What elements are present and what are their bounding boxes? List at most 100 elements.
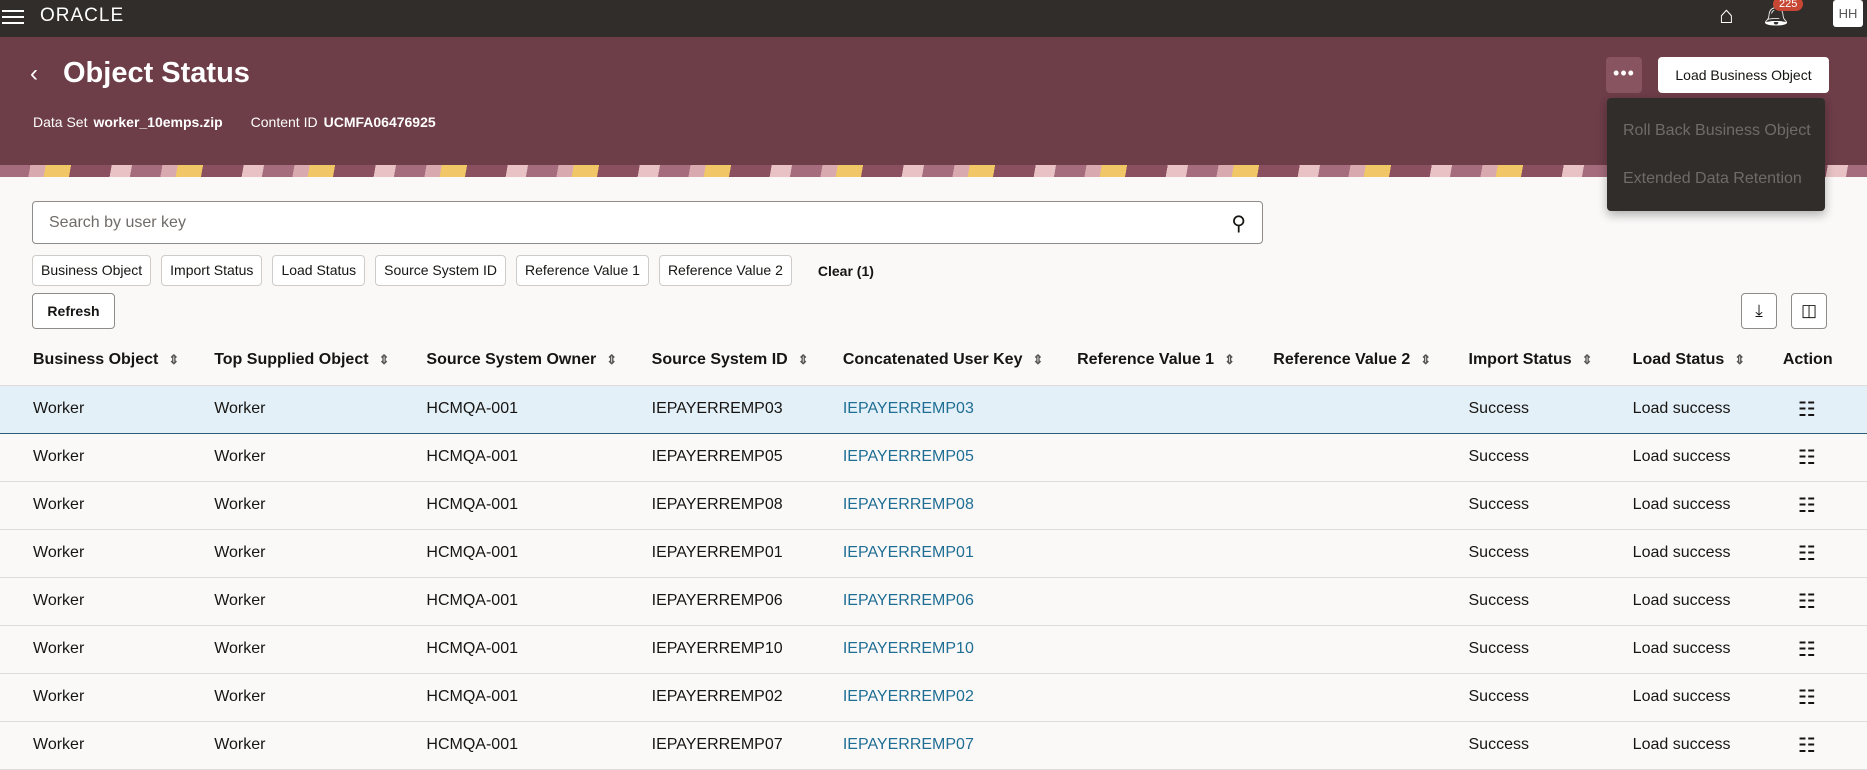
table-cell: Worker [0,433,182,482]
table-row[interactable]: Worker Worker HCMQA-001 IEPAYERREMP07 IEPAYE… [0,721,1867,770]
column-header[interactable]: Reference Value 1 ⇕ [1044,336,1240,385]
table-cell[interactable]: IEPAYERREMP03 [809,384,1045,434]
table-cell: IEPAYERREMP06 [618,577,810,626]
table-row[interactable]: Worker Worker HCMQA-001 IEPAYERREMP02 IEPAYE… [0,673,1867,722]
table-cell: Load success [1599,384,1750,434]
hierarchy-action-icon[interactable]: ☷ [1749,384,1867,434]
sort-icon[interactable]: ⇕ [798,352,809,367]
column-header[interactable]: Top Supplied Object ⇕ [181,336,393,385]
hierarchy-action-icon[interactable]: ☷ [1749,721,1867,770]
refresh-button[interactable]: Refresh [32,293,115,329]
load-business-object-button[interactable]: Load Business Object [1658,57,1829,93]
data-set-value: worker_10emps.zip [93,114,223,130]
object-status-table: Business Object ⇕ Top Supplied Object ⇕ Sour… [0,336,1867,770]
table-cell [1240,673,1436,722]
table-cell: Load success [1599,625,1750,674]
home-icon[interactable]: ⌂ [1719,2,1734,30]
table-cell: Load success [1599,721,1750,770]
table-cell: Worker [181,577,394,626]
search-icon[interactable]: ⚲ [1231,211,1246,236]
column-header-label: Action [1782,351,1833,369]
filter-business-object[interactable]: Business Object [32,255,152,286]
column-header-label: Concatenated User Key [842,351,1023,369]
sort-icon[interactable]: ⇕ [1582,352,1593,367]
table-cell: HCMQA-001 [393,481,619,530]
table-cell [1044,721,1241,770]
column-header[interactable]: Business Object ⇕ [0,336,181,385]
table-cell[interactable]: IEPAYERREMP07 [809,721,1045,770]
filter-reference-value-2[interactable]: Reference Value 2 [658,255,792,286]
column-header-label: Top Supplied Object [214,351,369,369]
hierarchy-action-icon[interactable]: ☷ [1749,481,1867,530]
user-avatar[interactable]: HH [1833,0,1863,27]
sort-icon[interactable]: ⇕ [1224,352,1235,367]
table-cell[interactable]: IEPAYERREMP10 [809,625,1045,674]
data-set-label: Data Set [33,114,88,130]
table-cell[interactable]: IEPAYERREMP08 [809,481,1045,530]
filter-load-status[interactable]: Load Status [272,255,366,286]
column-header[interactable]: Source System ID ⇕ [619,336,810,385]
hierarchy-action-icon[interactable]: ☷ [1749,673,1867,722]
table-cell: Worker [0,529,182,578]
sort-icon[interactable]: ⇕ [168,352,179,367]
table-cell [1240,625,1436,674]
table-cell: Success [1435,384,1600,434]
hierarchy-action-icon[interactable]: ☷ [1749,625,1867,674]
table-row[interactable]: Worker Worker HCMQA-001 IEPAYERREMP01 IEPAYE… [0,529,1867,578]
column-header[interactable]: Import Status ⇕ [1436,336,1600,385]
decorative-pattern [0,165,1867,177]
table-cell: Worker [0,625,182,674]
table-cell [1240,529,1436,578]
column-header-label: Load Status [1632,351,1725,369]
sort-icon[interactable]: ⇕ [606,352,617,367]
clear-filters-link[interactable]: Clear (1) [818,263,874,279]
hierarchy-action-icon[interactable]: ☷ [1749,577,1867,626]
table-cell: Success [1435,481,1600,530]
hierarchy-action-icon[interactable]: ☷ [1749,529,1867,578]
filter-source-system-id[interactable]: Source System ID [375,255,506,286]
hamburger-menu-icon[interactable] [2,6,24,26]
hierarchy-action-icon[interactable]: ☷ [1749,433,1867,482]
table-cell: HCMQA-001 [393,433,619,482]
table-cell: IEPAYERREMP02 [618,673,810,722]
table-cell: HCMQA-001 [393,529,619,578]
table-cell[interactable]: IEPAYERREMP01 [809,529,1045,578]
menu-item-extended-retention[interactable]: Extended Data Retention [1607,155,1825,203]
table-cell: Worker [0,673,182,722]
column-header[interactable]: Load Status ⇕ [1600,336,1750,385]
table-cell[interactable]: IEPAYERREMP02 [809,673,1045,722]
content-id-label: Content ID [250,114,318,130]
search-input[interactable] [33,202,1183,243]
table-cell[interactable]: IEPAYERREMP06 [809,577,1045,626]
table-cell: Worker [181,529,394,578]
table-cell: IEPAYERREMP01 [618,529,810,578]
sort-icon[interactable]: ⇕ [379,352,390,367]
sort-icon[interactable]: ⇕ [1032,352,1043,367]
column-header[interactable]: Reference Value 2 ⇕ [1240,336,1435,385]
table-row[interactable]: Worker Worker HCMQA-001 IEPAYERREMP03 IEPAYE… [0,384,1867,434]
back-chevron-icon[interactable]: ‹ [30,60,38,88]
table-cell [1240,433,1436,482]
filter-import-status[interactable]: Import Status [161,255,263,286]
table-cell: Worker [181,384,394,434]
sort-icon[interactable]: ⇕ [1734,352,1745,367]
more-actions-button[interactable]: ••• [1606,57,1642,93]
column-header-label: Source System ID [651,351,788,369]
menu-item-roll-back[interactable]: Roll Back Business Object [1607,107,1825,155]
top-bar: ORACLE ⌂ 🔔︎ 225 HH [0,0,1867,37]
table-row[interactable]: Worker Worker HCMQA-001 IEPAYERREMP08 IEPAYE… [0,481,1867,530]
column-header[interactable]: Source System Owner ⇕ [393,336,618,385]
table-row[interactable]: Worker Worker HCMQA-001 IEPAYERREMP05 IEPAYE… [0,433,1867,482]
table-row[interactable]: Worker Worker HCMQA-001 IEPAYERREMP06 IEPAYE… [0,577,1867,626]
column-header[interactable]: Concatenated User Key ⇕ [810,336,1044,385]
more-actions-menu: Roll Back Business Object Extended Data … [1607,98,1825,211]
table-cell: Success [1435,529,1600,578]
table-cell: Worker [0,577,182,626]
sort-icon[interactable]: ⇕ [1420,352,1431,367]
table-cell: Worker [0,384,182,434]
table-cell[interactable]: IEPAYERREMP05 [809,433,1045,482]
table-row[interactable]: Worker Worker HCMQA-001 IEPAYERREMP10 IEPAYE… [0,625,1867,674]
download-icon[interactable]: ⤓ [1741,293,1777,329]
columns-icon[interactable]: ◫ [1791,293,1827,329]
filter-reference-value-1[interactable]: Reference Value 1 [516,255,649,286]
